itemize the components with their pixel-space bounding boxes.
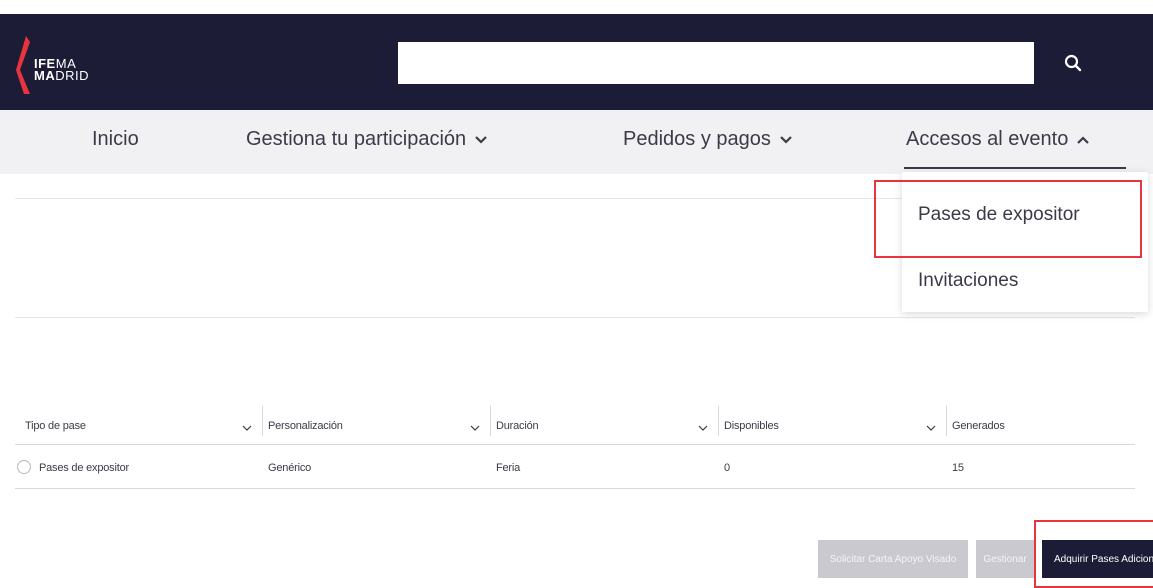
table-cell-duracion: Feria: [496, 462, 521, 474]
logo-mark-icon: [16, 36, 30, 94]
chevron-down-icon[interactable]: [470, 424, 480, 432]
column-separator: [946, 406, 947, 436]
column-header-generados[interactable]: Generados: [952, 420, 1005, 432]
table-row-line: [15, 488, 1135, 489]
column-separator: [490, 406, 491, 436]
column-header-personalizacion[interactable]: Personalización: [268, 420, 343, 432]
logo-text: IFEMA MADRID: [34, 57, 89, 83]
logo-text-drid: DRID: [55, 68, 89, 83]
table-cell-disponibles: 0: [724, 462, 730, 474]
top-header: IFEMA MADRID: [0, 14, 1153, 110]
nav-item-label: Accesos al evento: [906, 128, 1069, 150]
ifema-madrid-logo[interactable]: IFEMA MADRID: [16, 36, 136, 96]
gestionar-button[interactable]: Gestionar: [976, 540, 1034, 578]
main-nav: Inicio Gestiona tu participación Pedidos…: [0, 110, 1153, 174]
search-button[interactable]: [1040, 42, 1106, 84]
column-header-tipo[interactable]: Tipo de pase: [25, 420, 86, 432]
column-separator: [718, 406, 719, 436]
table-cell-generados: 15: [952, 462, 964, 474]
chevron-down-icon: [779, 135, 793, 145]
nav-item-gestiona[interactable]: Gestiona tu participación: [246, 128, 488, 151]
column-header-duracion[interactable]: Duración: [496, 420, 539, 432]
nav-item-pedidos[interactable]: Pedidos y pagos: [623, 128, 793, 151]
search-icon: [1064, 54, 1082, 72]
adquirir-pases-button[interactable]: Adquirir Pases Adicionales: [1042, 540, 1153, 578]
chevron-down-icon[interactable]: [242, 424, 252, 432]
table-header-line: [15, 444, 1135, 445]
logo-text-ma-bold: MA: [34, 68, 56, 83]
row-select-radio[interactable]: [17, 460, 31, 474]
solicitar-carta-button[interactable]: Solicitar Carta Apoyo Visado: [818, 540, 968, 578]
chevron-up-icon: [1076, 135, 1090, 145]
table-cell-personalizacion: Genérico: [268, 462, 312, 474]
column-header-disponibles[interactable]: Disponibles: [724, 420, 779, 432]
dropdown-item-invitaciones[interactable]: Invitaciones: [918, 270, 1018, 292]
nav-item-accesos[interactable]: Accesos al evento: [906, 128, 1090, 151]
column-separator: [262, 406, 263, 436]
dropdown-item-pases-expositor[interactable]: Pases de expositor: [918, 204, 1080, 226]
nav-item-label: Gestiona tu participación: [246, 128, 467, 150]
nav-item-label: Inicio: [92, 128, 139, 150]
table-cell-tipo: Pases de expositor: [39, 462, 129, 474]
nav-item-inicio[interactable]: Inicio: [92, 128, 139, 151]
active-nav-underline: [904, 167, 1126, 169]
content-divider: [15, 317, 1135, 318]
nav-item-label: Pedidos y pagos: [623, 128, 771, 150]
chevron-down-icon[interactable]: [698, 424, 708, 432]
chevron-down-icon: [474, 135, 488, 145]
accesos-dropdown-menu: Pases de expositor Invitaciones: [902, 172, 1148, 312]
search-input[interactable]: [398, 42, 1034, 84]
chevron-down-icon[interactable]: [926, 424, 936, 432]
